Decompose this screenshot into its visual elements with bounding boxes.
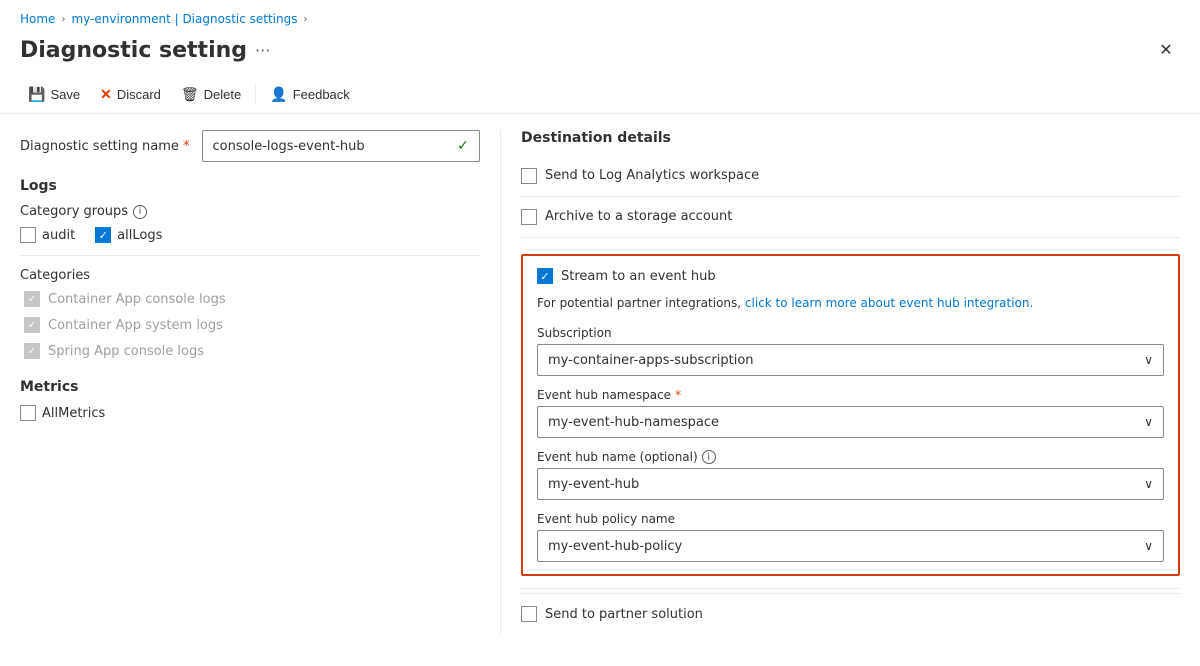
log-analytics-option: Send to Log Analytics workspace — [521, 156, 1180, 197]
namespace-dropdown-arrow: ∨ — [1144, 415, 1153, 429]
list-item: Spring App console logs — [20, 343, 480, 359]
system-logs-checkbox — [24, 317, 40, 333]
audit-label: audit — [42, 228, 75, 243]
console-logs-checkbox — [24, 291, 40, 307]
delete-icon: 🗑 — [181, 86, 199, 103]
feedback-icon: 👤 — [270, 86, 287, 103]
subscription-field: Subscription my-container-apps-subscript… — [537, 326, 1164, 376]
list-item: Container App system logs — [20, 317, 480, 333]
namespace-dropdown[interactable]: my-event-hub-namespace ∨ — [537, 406, 1164, 438]
namespace-field: Event hub namespace * my-event-hub-names… — [537, 388, 1164, 438]
integration-text: For potential partner integrations, clic… — [537, 294, 1164, 312]
hub-name-field: Event hub name (optional) i my-event-hub… — [537, 450, 1164, 500]
event-hub-box: Stream to an event hub For potential par… — [521, 254, 1180, 576]
hub-name-label: Event hub name (optional) i — [537, 450, 1164, 464]
save-button[interactable]: 💾 Save — [20, 82, 88, 107]
diagnostic-name-row: Diagnostic setting name * console-logs-e… — [20, 130, 480, 162]
metrics-section-title: Metrics — [20, 379, 480, 395]
categories-section: Categories Container App console logs Co… — [20, 268, 480, 359]
breadcrumb-home[interactable]: Home — [20, 12, 55, 26]
policy-label: Event hub policy name — [537, 512, 1164, 526]
audit-checkbox[interactable] — [20, 227, 36, 243]
partner-option: Send to partner solution — [521, 593, 1180, 634]
diagnostic-name-input[interactable]: console-logs-event-hub ✓ — [202, 130, 480, 162]
subscription-label: Subscription — [537, 326, 1164, 340]
log-analytics-checkbox[interactable] — [521, 168, 537, 184]
event-hub-checkbox[interactable] — [537, 268, 553, 284]
subscription-dropdown[interactable]: my-container-apps-subscription ∨ — [537, 344, 1164, 376]
right-panel: Destination details Send to Log Analytic… — [500, 130, 1180, 634]
logs-section-title: Logs — [20, 178, 480, 194]
discard-icon: ✕ — [100, 86, 112, 103]
alllogs-checkbox-item: allLogs — [95, 227, 162, 243]
categories-title: Categories — [20, 268, 480, 283]
log-analytics-label: Send to Log Analytics workspace — [545, 168, 759, 183]
breadcrumb-environment[interactable]: my-environment | Diagnostic settings — [71, 12, 297, 26]
feedback-button[interactable]: 👤 Feedback — [262, 82, 358, 107]
logs-divider — [20, 255, 480, 256]
toolbar-separator — [255, 85, 256, 105]
discard-button[interactable]: ✕ Discard — [92, 82, 169, 107]
delete-button[interactable]: 🗑 Delete — [173, 82, 249, 107]
metrics-section: Metrics AllMetrics — [20, 379, 480, 421]
save-icon: 💾 — [28, 86, 45, 103]
spring-logs-label: Spring App console logs — [48, 344, 204, 359]
hub-name-info-icon[interactable]: i — [702, 450, 716, 464]
close-button[interactable]: ✕ — [1152, 36, 1180, 64]
input-valid-icon: ✓ — [457, 138, 469, 154]
list-item: Container App console logs — [20, 291, 480, 307]
spring-logs-checkbox — [24, 343, 40, 359]
allmetrics-label: AllMetrics — [42, 406, 105, 421]
breadcrumb: Home › my-environment | Diagnostic setti… — [0, 0, 1200, 32]
policy-field: Event hub policy name my-event-hub-polic… — [537, 512, 1164, 562]
page-options-icon[interactable]: ··· — [255, 41, 270, 60]
event-hub-label: Stream to an event hub — [561, 269, 716, 284]
audit-checkbox-item: audit — [20, 227, 75, 243]
category-groups-label: Category groups i — [20, 204, 480, 219]
page-title-row: Diagnostic setting ··· ✕ — [0, 32, 1200, 76]
allmetrics-checkbox-item: AllMetrics — [20, 405, 480, 421]
storage-option: Archive to a storage account — [521, 197, 1180, 238]
partner-checkbox[interactable] — [521, 606, 537, 622]
storage-checkbox[interactable] — [521, 209, 537, 225]
alllogs-label: allLogs — [117, 228, 162, 243]
policy-dropdown-arrow: ∨ — [1144, 539, 1153, 553]
page-title: Diagnostic setting — [20, 38, 247, 63]
storage-label: Archive to a storage account — [545, 209, 732, 224]
event-hub-header: Stream to an event hub — [537, 268, 1164, 284]
diagnostic-name-label: Diagnostic setting name * — [20, 139, 190, 154]
page-container: Home › my-environment | Diagnostic setti… — [0, 0, 1200, 666]
allmetrics-checkbox[interactable] — [20, 405, 36, 421]
left-panel: Diagnostic setting name * console-logs-e… — [20, 130, 500, 634]
toolbar: 💾 Save ✕ Discard 🗑 Delete 👤 Feedback — [0, 76, 1200, 114]
system-logs-label: Container App system logs — [48, 318, 223, 333]
category-groups-info-icon[interactable]: i — [133, 205, 147, 219]
policy-dropdown[interactable]: my-event-hub-policy ∨ — [537, 530, 1164, 562]
subscription-dropdown-arrow: ∨ — [1144, 353, 1153, 367]
alllogs-checkbox[interactable] — [95, 227, 111, 243]
main-content: Diagnostic setting name * console-logs-e… — [0, 114, 1200, 650]
category-groups-checkboxes: audit allLogs — [20, 227, 480, 243]
hub-name-dropdown[interactable]: my-event-hub ∨ — [537, 468, 1164, 500]
integration-link[interactable]: click to learn more about event hub inte… — [745, 296, 1033, 310]
event-hub-section: Stream to an event hub For potential par… — [521, 238, 1180, 589]
namespace-label: Event hub namespace * — [537, 388, 1164, 402]
partner-label: Send to partner solution — [545, 607, 703, 622]
destination-title: Destination details — [521, 130, 1180, 146]
console-logs-label: Container App console logs — [48, 292, 226, 307]
hub-name-dropdown-arrow: ∨ — [1144, 477, 1153, 491]
